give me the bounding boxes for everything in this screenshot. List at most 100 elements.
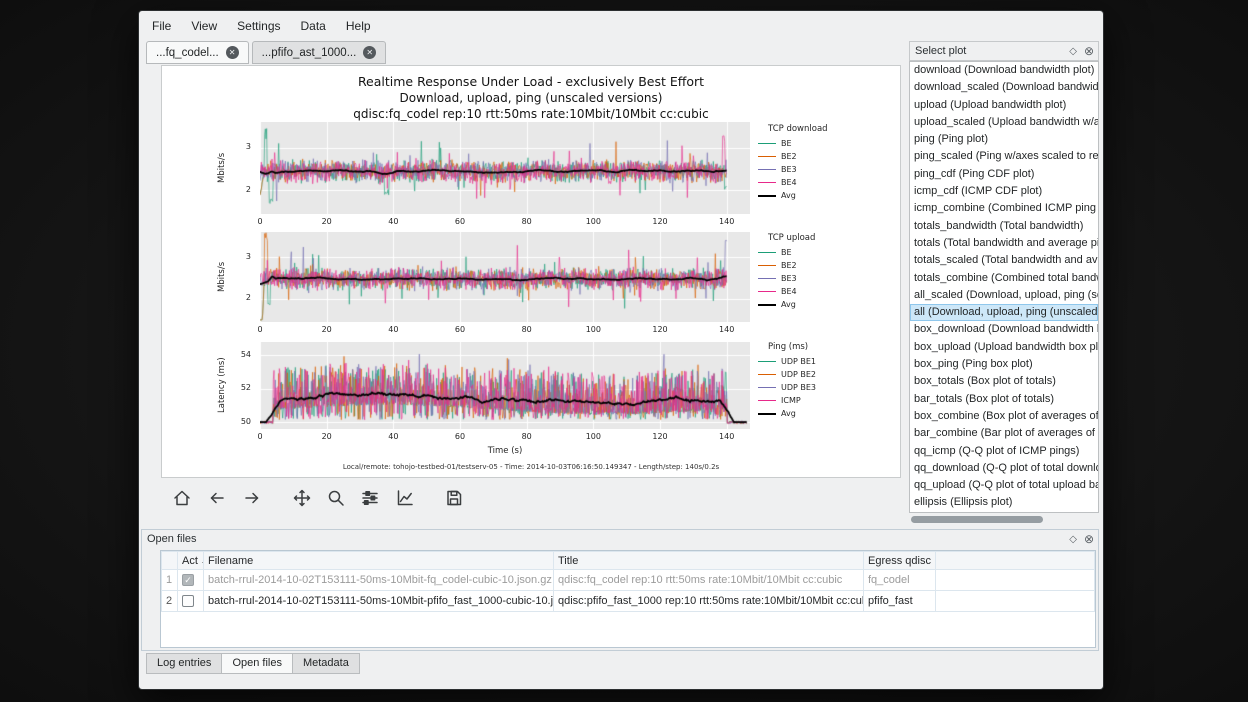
- plot-item-box_combine[interactable]: box_combine (Box plot of averages of sev…: [910, 408, 1098, 425]
- edit-axes-button[interactable]: [392, 487, 418, 513]
- plot-item-upload[interactable]: upload (Upload bandwidth plot): [910, 97, 1098, 114]
- plot-item-bar_combine[interactable]: bar_combine (Bar plot of averages of sev…: [910, 425, 1098, 442]
- menu-file[interactable]: File: [143, 16, 180, 36]
- tcp-upload-plot-canvas[interactable]: [260, 232, 750, 322]
- plot-item-icmp_cdf[interactable]: icmp_cdf (ICMP CDF plot): [910, 183, 1098, 200]
- legend-line-sample: [758, 304, 776, 306]
- legend-entry: BE2: [758, 259, 815, 272]
- open-files-dock: Open files ◇ ⊗ ActFilenameTitleEgress qd…: [141, 529, 1099, 651]
- open-files-table: ActFilenameTitleEgress qdisc 1✓batch-rru…: [161, 551, 1095, 612]
- plot-item-totals_scaled[interactable]: totals_scaled (Total bandwidth and avera…: [910, 252, 1098, 269]
- file-active-checkbox[interactable]: [182, 595, 194, 607]
- menu-data[interactable]: Data: [292, 16, 335, 36]
- x-tick-label: 100: [581, 432, 605, 441]
- bottom-tab-metadata[interactable]: Metadata: [292, 653, 360, 674]
- plot-item-all_scaled[interactable]: all_scaled (Download, upload, ping (scal…: [910, 287, 1098, 304]
- legend-entry-label: BE3: [781, 274, 797, 283]
- y-tick-label: 54: [230, 350, 256, 359]
- dock-close-icon[interactable]: ⊗: [1084, 44, 1094, 59]
- y-tick-label: 2: [230, 185, 256, 194]
- plot-item-ping_scaled[interactable]: ping_scaled (Ping w/axes scaled to remov…: [910, 148, 1098, 165]
- plot-item-box_ping[interactable]: box_ping (Ping box plot): [910, 356, 1098, 373]
- plot-item-qq_icmp[interactable]: qq_icmp (Q-Q plot of ICMP pings): [910, 443, 1098, 460]
- x-tick-label: 20: [315, 432, 339, 441]
- plot-item-bar_totals[interactable]: bar_totals (Box plot of totals): [910, 391, 1098, 408]
- legend-entry: BE4: [758, 285, 815, 298]
- hscrollbar-thumb[interactable]: [911, 516, 1043, 523]
- x-tick-label: 40: [381, 217, 405, 226]
- menu-settings[interactable]: Settings: [228, 16, 289, 36]
- menu-view[interactable]: View: [182, 16, 226, 36]
- x-tick-label: 100: [581, 217, 605, 226]
- legend-entry: UDP BE1: [758, 355, 816, 368]
- legend-entry-label: BE2: [781, 261, 797, 270]
- x-tick-label: 100: [581, 325, 605, 334]
- column-header-filename[interactable]: Filename: [204, 552, 554, 570]
- ping-plot-canvas[interactable]: [260, 342, 750, 429]
- tab-label: ...fq_codel...: [156, 47, 219, 59]
- tcp-download-plot-canvas[interactable]: [260, 122, 750, 214]
- y-tick-label: 3: [230, 142, 256, 151]
- legend-entry-label: Avg: [781, 409, 796, 418]
- plot-item-totals_bandwidth[interactable]: totals_bandwidth (Total bandwidth): [910, 218, 1098, 235]
- plot-item-box_upload[interactable]: box_upload (Upload bandwidth box plot): [910, 339, 1098, 356]
- legend-entry: Avg: [758, 407, 816, 420]
- plot-item-icmp_combine[interactable]: icmp_combine (Combined ICMP ping plot): [910, 200, 1098, 217]
- legend-entry: Avg: [758, 189, 828, 202]
- bottom-tab-open-files[interactable]: Open files: [221, 653, 293, 674]
- plot-item-download[interactable]: download (Download bandwidth plot): [910, 62, 1098, 79]
- row-number: 2: [162, 591, 178, 612]
- plot-item-box_download[interactable]: box_download (Download bandwidth box plo…: [910, 321, 1098, 338]
- plot-item-ellipsis[interactable]: ellipsis (Ellipsis plot): [910, 494, 1098, 511]
- legend-entry-label: UDP BE3: [781, 383, 816, 392]
- plot-item-totals[interactable]: totals (Total bandwidth and average ping…: [910, 235, 1098, 252]
- x-tick-label: 0: [248, 325, 272, 334]
- zoom-button[interactable]: [323, 487, 349, 513]
- dock-close-icon[interactable]: ⊗: [1084, 532, 1094, 547]
- column-header-title[interactable]: Title: [554, 552, 864, 570]
- tab-close-icon[interactable]: ✕: [363, 46, 376, 59]
- plot-tab-1[interactable]: ...pfifo_ast_1000...✕: [252, 41, 387, 64]
- column-header-egress-qdisc[interactable]: Egress qdisc: [864, 552, 936, 570]
- legend-entry-label: BE2: [781, 152, 797, 161]
- ping-legend: Ping (ms)UDP BE1UDP BE2UDP BE3ICMPAvg: [758, 342, 816, 420]
- x-tick-label: 60: [448, 325, 472, 334]
- file-active-checkbox[interactable]: ✓: [182, 574, 194, 586]
- legend-line-sample: [758, 195, 776, 197]
- figure-title-line2: Download, upload, ping (unscaled version…: [162, 91, 900, 105]
- plot-item-ping[interactable]: ping (Ping plot): [910, 131, 1098, 148]
- dock-float-icon[interactable]: ◇: [1069, 532, 1077, 547]
- plot-item-qq_download[interactable]: qq_download (Q-Q plot of total download …: [910, 460, 1098, 477]
- file-row-2[interactable]: 2batch-rrul-2014-10-02T153111-50ms-10Mbi…: [162, 591, 1095, 612]
- plot-item-box_totals[interactable]: box_totals (Box plot of totals): [910, 373, 1098, 390]
- legend-line-sample: [758, 252, 776, 253]
- plot-item-qq_upload[interactable]: qq_upload (Q-Q plot of total upload band…: [910, 477, 1098, 494]
- column-header-act[interactable]: Act: [178, 552, 204, 570]
- tab-close-icon[interactable]: ✕: [226, 46, 239, 59]
- back-button[interactable]: [204, 487, 230, 513]
- file-row-1[interactable]: 1✓batch-rrul-2014-10-02T153111-50ms-10Mb…: [162, 570, 1095, 591]
- legend-entry-label: Avg: [781, 300, 796, 309]
- home-button[interactable]: [169, 487, 195, 513]
- x-tick-label: 60: [448, 432, 472, 441]
- pan-button[interactable]: [289, 487, 315, 513]
- legend-line-sample: [758, 143, 776, 144]
- plot-item-upload_scaled[interactable]: upload_scaled (Upload bandwidth w/axes s…: [910, 114, 1098, 131]
- plot-item-ping_cdf[interactable]: ping_cdf (Ping CDF plot): [910, 166, 1098, 183]
- forward-button[interactable]: [239, 487, 265, 513]
- plot-tab-0[interactable]: ...fq_codel... ✕: [146, 41, 249, 64]
- save-button[interactable]: [441, 487, 467, 513]
- dock-float-icon[interactable]: ◇: [1069, 44, 1077, 59]
- pan-icon: [292, 488, 312, 513]
- bottom-tab-log-entries[interactable]: Log entries: [146, 653, 222, 674]
- open-files-table-wrap: ActFilenameTitleEgress qdisc 1✓batch-rru…: [160, 550, 1096, 648]
- legend-entry-label: ICMP: [781, 396, 801, 405]
- plot-item-totals_combine[interactable]: totals_combine (Combined total bandwidth…: [910, 270, 1098, 287]
- menu-help[interactable]: Help: [337, 16, 380, 36]
- plot-list-hscrollbar: [909, 514, 1099, 525]
- plot-item-download_scaled[interactable]: download_scaled (Download bandwidth w/ax…: [910, 79, 1098, 96]
- plot-item-all[interactable]: all (Download, upload, ping (unscaled ve…: [910, 304, 1098, 321]
- legend-entry: BE4: [758, 176, 828, 189]
- ping-ylabel: Latency (ms): [216, 342, 228, 429]
- configure-subplots-button[interactable]: [357, 487, 383, 513]
